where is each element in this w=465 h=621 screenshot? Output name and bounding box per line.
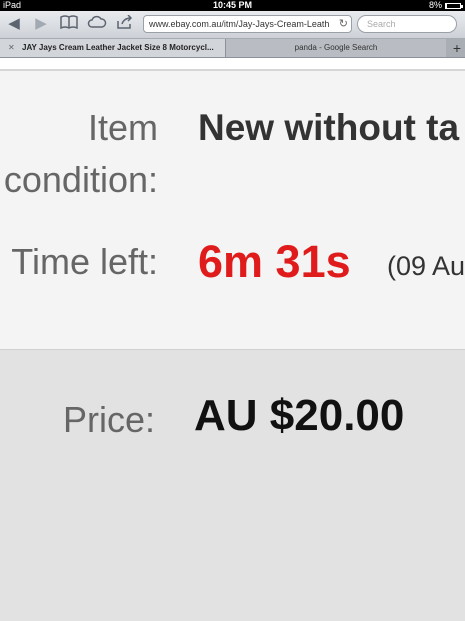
bookmarks-icon[interactable] — [58, 15, 80, 33]
address-bar[interactable]: www.ebay.com.au/itm/Jay-Jays-Cream-Leath… — [143, 15, 352, 33]
condition-label-line1: Item — [87, 107, 158, 148]
reload-icon[interactable]: ↻ — [339, 16, 348, 32]
share-icon[interactable] — [114, 14, 136, 33]
end-date: (09 Au — [387, 251, 465, 281]
browser-toolbar: ◀ ▶ www.ebay.com.au/itm/Jay-Jays-Cream-L… — [0, 11, 465, 39]
battery-icon — [445, 2, 463, 9]
condition-value: New without ta — [198, 107, 460, 148]
condition-label-line2: condition: — [3, 159, 158, 200]
tab-label: panda - Google Search — [294, 43, 378, 52]
page-top-strip — [0, 58, 465, 71]
cloud-icon[interactable] — [86, 15, 108, 33]
url-text: www.ebay.com.au/itm/Jay-Jays-Cream-Leath — [149, 19, 330, 29]
forward-icon[interactable]: ▶ — [30, 15, 52, 33]
tab-label: JAY Jays Cream Leather Jacket Size 8 Mot… — [22, 43, 214, 52]
search-placeholder: Search — [367, 19, 396, 29]
price-section: Price: AU $20.00 — [0, 349, 465, 621]
search-input[interactable]: Search — [357, 15, 457, 33]
battery-status: 8% — [428, 0, 463, 11]
clock: 10:45 PM — [212, 0, 253, 10]
close-tab-icon[interactable]: ✕ — [8, 39, 15, 57]
listing-details: Item condition: New without ta Time left… — [0, 71, 465, 349]
price-label: Price: — [62, 399, 155, 440]
tab-ebay-listing[interactable]: ✕ JAY Jays Cream Leather Jacket Size 8 M… — [0, 39, 226, 57]
price-value: AU $20.00 — [194, 391, 405, 440]
time-left-value: 6m 31s — [198, 236, 351, 287]
tab-bar: ✕ JAY Jays Cream Leather Jacket Size 8 M… — [0, 39, 465, 58]
new-tab-icon[interactable]: + — [453, 39, 461, 57]
back-icon[interactable]: ◀ — [3, 15, 25, 33]
status-bar: iPad 10:45 PM 8% — [0, 0, 465, 11]
tab-panda-search[interactable]: panda - Google Search — [226, 39, 446, 57]
time-left-label: Time left: — [11, 241, 158, 282]
battery-percent: 8% — [428, 0, 442, 10]
